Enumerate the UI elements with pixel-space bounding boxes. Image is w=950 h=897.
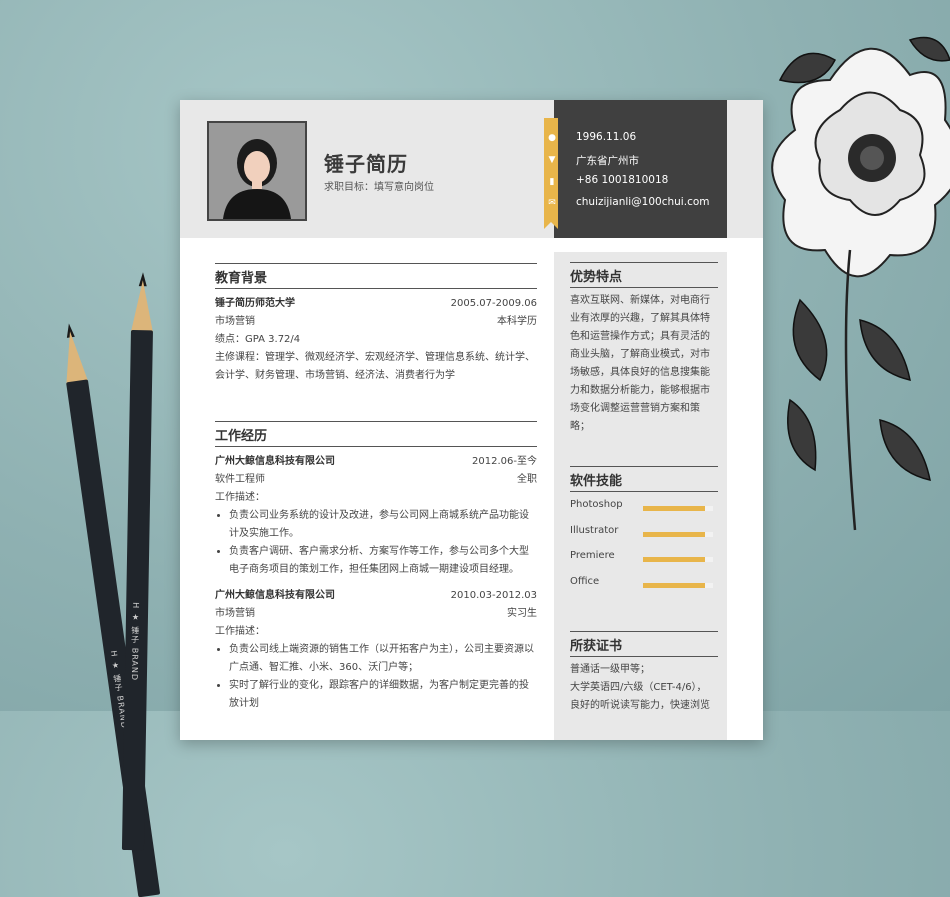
profile-photo (207, 121, 307, 221)
job-header-row: 广州大鲸信息科技有限公司 2010.03-2012.03 (215, 587, 537, 605)
resume-objective: 求职目标：填写意向岗位 (324, 182, 434, 193)
gpa: 绩点：GPA 3.72/4 (215, 334, 301, 345)
education-school-row: 锤子简历师范大学 2005.07-2009.06 (215, 295, 537, 313)
certificate-line: 大学英语四/六级（CET-4/6）， (570, 682, 707, 693)
phone-icon: ▮ (549, 177, 555, 187)
flower-illustration (771, 36, 950, 531)
contact-email: chuizijianli@100chui.com (576, 196, 710, 208)
mail-icon: ✉ (548, 198, 556, 208)
skill-row: Premiere (570, 550, 718, 568)
job-period: 2010.03-2012.03 (450, 590, 537, 601)
strengths-section: 优势特点 喜欢互联网、新媒体，对电商行业有浓厚的兴趣，了解其具体特色和运营操作方… (570, 262, 718, 436)
job-header-row: 广州大鲸信息科技有限公司 2012.06-至今 (215, 453, 537, 471)
job-bullet: 负责客户调研、客户需求分析、方案写作等工作，参与公司多个大型电子商务项目的策划工… (229, 543, 537, 579)
school-period: 2005.07-2009.06 (450, 298, 537, 309)
contact-phone: +86 1001810018 (576, 174, 669, 186)
skill-bar-fill (643, 532, 705, 537)
courses: 主修课程：管理学、微观经济学、宏观经济学、管理信息系统、统计学、会计学、财务管理… (215, 352, 535, 381)
skills-section: 软件技能 (570, 466, 718, 492)
certificates-title: 所获证书 (570, 631, 718, 657)
certificates-section: 所获证书 普通话一级甲等； 大学英语四/六级（CET-4/6）， 良好的听说读写… (570, 631, 718, 715)
skills-title: 软件技能 (570, 466, 718, 492)
job-bullets: 负责公司业务系统的设计及改进，参与公司网上商城系统产品功能设计及实施工作。 负责… (215, 507, 537, 579)
job-type: 全职 (517, 474, 537, 485)
contact-panel (554, 100, 727, 238)
education-title: 教育背景 (215, 263, 537, 289)
skill-row: Illustrator (570, 525, 718, 543)
skill-row: Office (570, 576, 718, 594)
skill-bar-track (643, 557, 713, 562)
user-icon: ● (548, 133, 556, 143)
job-type: 实习生 (507, 608, 537, 619)
skill-name: Photoshop (570, 499, 623, 510)
strengths-text: 喜欢互联网、新媒体，对电商行业有浓厚的兴趣，了解其具体特色和运营操作方式；具有灵… (570, 295, 710, 432)
skill-name: Premiere (570, 550, 615, 561)
right-column: 优势特点 喜欢互联网、新媒体，对电商行业有浓厚的兴趣，了解其具体特色和运营操作方… (554, 252, 727, 740)
skill-bar-fill (643, 583, 705, 588)
job-role-row: 市场营销 实习生 (215, 605, 537, 623)
job-period: 2012.06-至今 (472, 456, 537, 467)
contact-birthdate: 1996.11.06 (576, 131, 637, 143)
work-title: 工作经历 (215, 421, 537, 447)
job-bullets: 负责公司线上端资源的销售工作（以开拓客户为主），公司主要资源以广点通、智汇推、小… (215, 641, 537, 713)
left-column: 教育背景 锤子简历师范大学 2005.07-2009.06 市场营销 本科学历 … (215, 263, 537, 713)
skill-name: Illustrator (570, 525, 619, 536)
strengths-title: 优势特点 (570, 262, 718, 288)
skill-bar-track (643, 583, 713, 588)
pencil-brand-text: H ★ 锤子 BRAND (129, 602, 141, 682)
skill-bar-fill (643, 557, 705, 562)
skill-row: Photoshop (570, 499, 718, 517)
job-bullet: 负责公司业务系统的设计及改进，参与公司网上商城系统产品功能设计及实施工作。 (229, 507, 537, 543)
major: 市场营销 (215, 316, 255, 327)
school-name: 锤子简历师范大学 (215, 298, 295, 309)
job-desc-label: 工作描述： (215, 492, 265, 503)
degree: 本科学历 (497, 316, 537, 327)
certificate-line: 良好的听说读写能力，快速浏览 (570, 700, 710, 711)
job-company: 广州大鲸信息科技有限公司 (215, 456, 335, 467)
job-bullet: 实时了解行业的变化，跟踪客户的详细数据，为客户制定更完善的投放计划 (229, 677, 537, 713)
job-company: 广州大鲸信息科技有限公司 (215, 590, 335, 601)
job-role: 市场营销 (215, 608, 255, 619)
skill-bar-track (643, 532, 713, 537)
job-desc-label: 工作描述： (215, 626, 265, 637)
certificate-line: 普通话一级甲等； (570, 664, 650, 675)
skill-bar-fill (643, 506, 705, 511)
skill-bar-track (643, 506, 713, 511)
resume-name: 锤子简历 (324, 152, 408, 176)
job-role-row: 软件工程师 全职 (215, 471, 537, 489)
job-role: 软件工程师 (215, 474, 265, 485)
resume-paper: 锤子简历 求职目标：填写意向岗位 ● 1996.11.06 ▼ 广东省广州市 ▮… (180, 100, 763, 740)
pencil-right: H ★ 锤子 BRAND (121, 272, 154, 851)
job-bullet: 负责公司线上端资源的销售工作（以开拓客户为主），公司主要资源以广点通、智汇推、小… (229, 641, 537, 677)
education-major-row: 市场营销 本科学历 (215, 313, 537, 331)
skill-name: Office (570, 576, 600, 587)
location-pin-icon: ▼ (548, 155, 556, 165)
contact-location: 广东省广州市 (576, 155, 639, 167)
certificates-text: 普通话一级甲等； 大学英语四/六级（CET-4/6）， 良好的听说读写能力，快速… (570, 661, 718, 715)
